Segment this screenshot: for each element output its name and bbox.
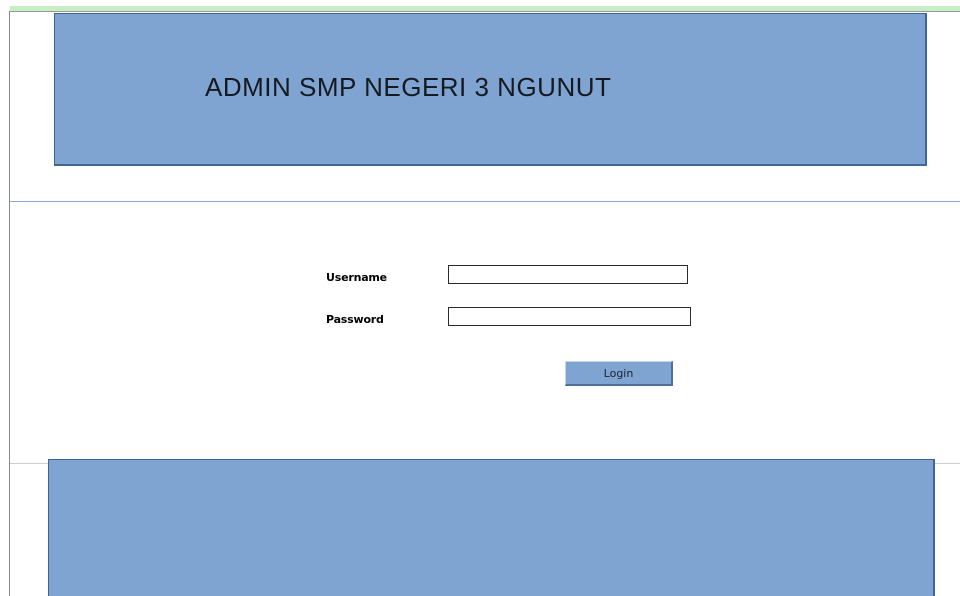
header-banner: ADMIN SMP NEGERI 3 NGUNUT (54, 13, 927, 166)
login-button[interactable]: Login (565, 361, 673, 386)
username-label: Username (326, 271, 387, 284)
password-input[interactable] (448, 307, 691, 326)
top-divider (10, 11, 960, 12)
page-left-border (9, 11, 10, 596)
page-title: ADMIN SMP NEGERI 3 NGUNUT (205, 72, 612, 102)
username-input[interactable] (448, 265, 688, 284)
section-divider (10, 201, 960, 202)
password-label: Password (326, 313, 384, 326)
footer-banner (48, 459, 935, 596)
